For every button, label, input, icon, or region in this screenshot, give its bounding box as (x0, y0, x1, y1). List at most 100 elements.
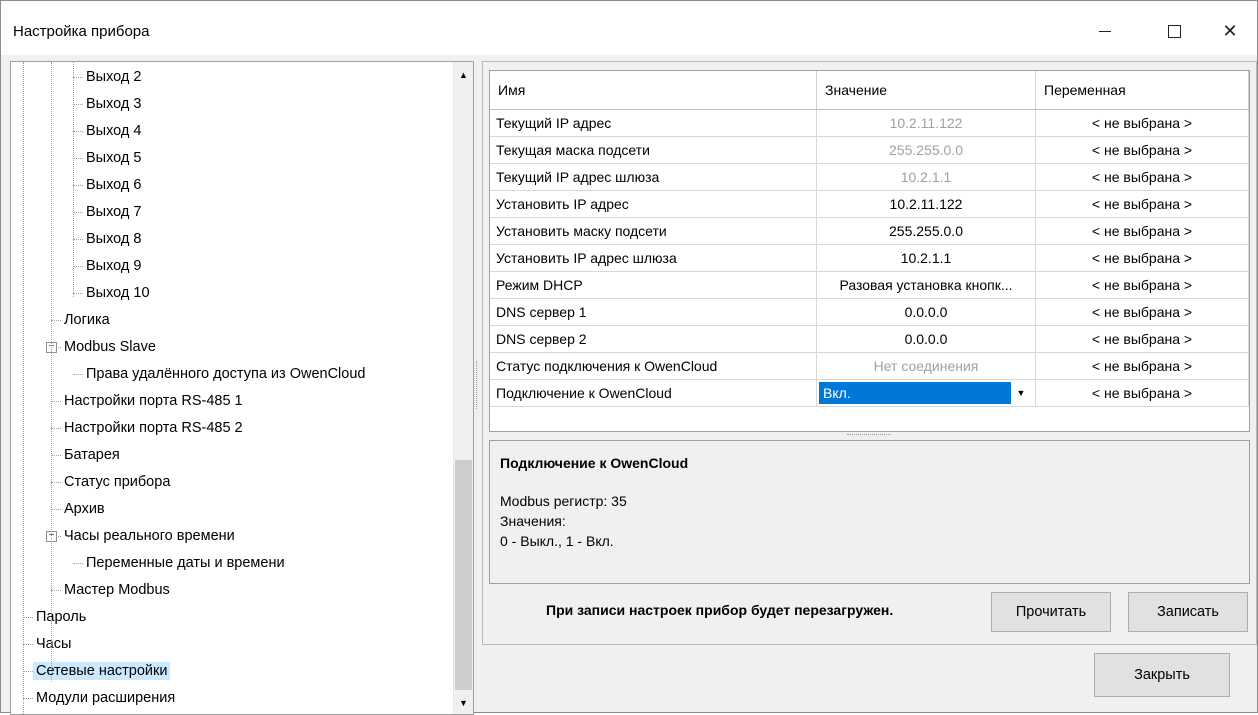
param-variable-cell[interactable]: < не выбрана > (1035, 109, 1249, 137)
tree-item[interactable]: Логика (61, 307, 113, 333)
dropdown-selected-value[interactable]: Вкл. (819, 382, 1011, 404)
tree-item[interactable]: Права удалённого доступа из OwenCloud (83, 361, 368, 387)
tree-item-label: Права удалённого доступа из OwenCloud (86, 366, 366, 382)
param-variable-cell[interactable]: < не выбрана > (1035, 136, 1249, 164)
table-row[interactable]: Подключение к OwenCloud Вкл. ▼ < не выбрана… (490, 379, 1249, 407)
settings-panel: Имя Значение Переменная Текущий IP адрес… (482, 61, 1257, 645)
param-value-cell[interactable]: Вкл. ▼ (816, 379, 1036, 407)
value-dropdown[interactable]: Вкл. ▼ (817, 381, 1035, 406)
table-row[interactable]: DNS сервер 1 0.0.0.0 < не выбрана > (490, 298, 1249, 326)
param-value-cell[interactable]: 10.2.11.122 (816, 190, 1036, 218)
column-header-variable[interactable]: Переменная (1035, 71, 1249, 110)
tree-item-label: Часы (36, 636, 72, 652)
param-value-cell: 255.255.0.0 (816, 136, 1036, 164)
param-variable-cell[interactable]: < не выбрана > (1035, 217, 1249, 245)
maximize-button[interactable] (1151, 11, 1197, 51)
tree-item[interactable]: Выход 9 (83, 253, 144, 279)
close-window-button[interactable]: ✕ (1207, 11, 1253, 51)
title-bar: Настройка прибора ✕ (1, 1, 1257, 55)
write-button[interactable]: Записать (1128, 592, 1248, 632)
tree-item-label: Выход 6 (86, 177, 142, 193)
vertical-splitter[interactable] (476, 361, 480, 409)
table-row[interactable]: Установить IP адрес шлюза 10.2.1.1 < не вы… (490, 244, 1249, 272)
param-value-cell: 10.2.11.122 (816, 109, 1036, 137)
table-row[interactable]: Текущий IP адрес 10.2.11.122 < не выбрана … (490, 109, 1249, 137)
tree-item[interactable]: Мастер Modbus (61, 577, 173, 603)
tree-item[interactable]: Модули расширения (33, 685, 178, 711)
table-row[interactable]: Режим DHCP Разовая установка кнопк... < не… (490, 271, 1249, 299)
tree-connector (73, 293, 83, 294)
tree-item-label: Переменные даты и времени (86, 555, 285, 571)
tree-item[interactable]: Сетевые настройки (33, 658, 171, 684)
tree-item[interactable]: Настройки порта RS-485 2 (61, 415, 246, 441)
description-values: 0 - Выкл., 1 - Вкл. (500, 533, 614, 549)
tree-item[interactable]: Modbus Slave (61, 334, 159, 360)
tree-item[interactable]: Часы (33, 631, 74, 657)
tree-item[interactable]: Выход 3 (83, 91, 144, 117)
tree-item[interactable]: Выход 5 (83, 145, 144, 171)
tree-item-label: Мастер Modbus (64, 582, 170, 598)
tree-item[interactable]: Настройки порта RS-485 1 (61, 388, 246, 414)
param-value-cell[interactable]: 0.0.0.0 (816, 325, 1036, 353)
device-tree[interactable]: ▲ ▼ Выход 2 Выход 3 Выход 4 Выход 5 Выход 6 В… (10, 61, 474, 715)
column-header-name[interactable]: Имя (490, 71, 817, 110)
tree-connector (51, 428, 61, 429)
tree-item[interactable]: Выход 2 (83, 64, 144, 90)
table-row[interactable]: Текущая маска подсети 255.255.0.0 < не выб… (490, 136, 1249, 164)
tree-item[interactable]: Часы реального времени (61, 523, 238, 549)
close-button[interactable]: Закрыть (1094, 653, 1230, 697)
chevron-down-icon[interactable]: ▼ (1011, 388, 1031, 398)
scroll-down-arrow-icon[interactable]: ▼ (454, 692, 473, 714)
tree-scrollbar[interactable]: ▲ ▼ (453, 62, 473, 714)
param-variable-cell[interactable]: < не выбрана > (1035, 352, 1249, 380)
tree-item-label: Настройки порта RS-485 1 (64, 393, 243, 409)
param-name-cell: Текущая маска подсети (490, 136, 817, 164)
param-variable-cell[interactable]: < не выбрана > (1035, 271, 1249, 299)
tree-item[interactable]: Архив (61, 496, 108, 522)
tree-item-label: Выход 4 (86, 123, 142, 139)
table-row[interactable]: Текущий IP адрес шлюза 10.2.1.1 < не выбра… (490, 163, 1249, 191)
param-name-cell: Статус подключения к OwenCloud (490, 352, 817, 380)
description-title: Подключение к OwenCloud (500, 455, 689, 471)
tree-item[interactable]: Выход 4 (83, 118, 144, 144)
table-row[interactable]: DNS сервер 2 0.0.0.0 < не выбрана > (490, 325, 1249, 353)
tree-item[interactable]: Пароль (33, 604, 89, 630)
maximize-icon (1167, 24, 1181, 38)
tree-item[interactable]: Статус прибора (61, 469, 173, 495)
tree-connector (51, 590, 61, 591)
tree-item-label: Выход 8 (86, 231, 142, 247)
param-value-cell[interactable]: 10.2.1.1 (816, 244, 1036, 272)
param-variable-cell[interactable]: < не выбрана > (1035, 244, 1249, 272)
tree-item[interactable]: Переменные даты и времени (83, 550, 288, 576)
tree-connector (23, 644, 33, 645)
tree-item[interactable]: Выход 8 (83, 226, 144, 252)
table-row[interactable]: Статус подключения к OwenCloud Нет соедин… (490, 352, 1249, 380)
tree-item[interactable]: Выход 6 (83, 172, 144, 198)
description-panel: Подключение к OwenCloud Modbus регистр: … (489, 440, 1250, 584)
param-value-cell[interactable]: 0.0.0.0 (816, 298, 1036, 326)
read-button[interactable]: Прочитать (991, 592, 1111, 632)
tree-item-label: Настройки порта RS-485 2 (64, 420, 243, 436)
table-row[interactable]: Установить IP адрес 10.2.11.122 < не выбра… (490, 190, 1249, 218)
param-variable-cell[interactable]: < не выбрана > (1035, 298, 1249, 326)
param-variable-cell[interactable]: < не выбрана > (1035, 190, 1249, 218)
param-variable-cell[interactable]: < не выбрана > (1035, 379, 1249, 407)
minimize-icon (1099, 30, 1111, 32)
tree-item[interactable]: Выход 10 (83, 280, 153, 306)
tree-item-label: Архив (64, 501, 105, 517)
tree-item[interactable]: Выход 7 (83, 199, 144, 225)
param-name-cell: Текущий IP адрес (490, 109, 817, 137)
tree-item[interactable]: Батарея (61, 442, 123, 468)
tree-item-label: Выход 3 (86, 96, 142, 112)
param-variable-cell[interactable]: < не выбрана > (1035, 163, 1249, 191)
column-header-value[interactable]: Значение (816, 71, 1036, 110)
scroll-up-arrow-icon[interactable]: ▲ (454, 64, 473, 86)
table-row[interactable]: Установить маску подсети 255.255.0.0 < не … (490, 217, 1249, 245)
scrollbar-thumb[interactable] (455, 460, 472, 690)
tree-connector (51, 482, 61, 483)
horizontal-splitter[interactable] (847, 434, 891, 435)
minimize-button[interactable] (1082, 11, 1128, 51)
param-variable-cell[interactable]: < не выбрана > (1035, 325, 1249, 353)
param-value-cell[interactable]: Разовая установка кнопк... (816, 271, 1036, 299)
param-value-cell[interactable]: 255.255.0.0 (816, 217, 1036, 245)
